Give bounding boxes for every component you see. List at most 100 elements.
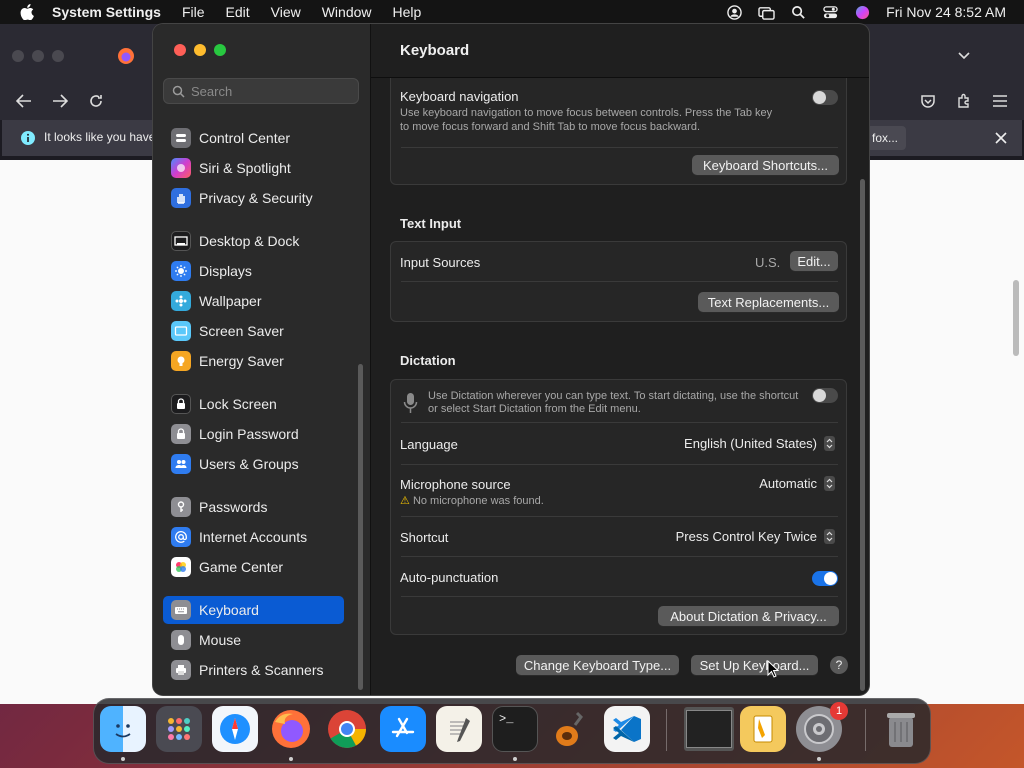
search-field[interactable]: Search (163, 78, 359, 104)
menu-app-name[interactable]: System Settings (52, 4, 161, 20)
sidebar-item-label: Users & Groups (199, 456, 299, 472)
trash-icon[interactable] (878, 706, 924, 752)
sidebar-item-displays[interactable]: Displays (163, 257, 344, 285)
sidebar-item-login-password[interactable]: Login Password (163, 420, 344, 448)
recent-window-thumbnail-1[interactable] (684, 707, 734, 751)
menu-view[interactable]: View (271, 4, 301, 20)
apple-icon[interactable] (20, 4, 34, 20)
sidebar-item-desktop-dock[interactable]: Desktop & Dock (163, 227, 344, 255)
close-button[interactable] (174, 44, 186, 56)
language-popup[interactable]: English (United States) (684, 436, 835, 451)
sidebar-scrollbar[interactable] (358, 364, 363, 690)
sidebar-item-screen-saver[interactable]: Screen Saver (163, 317, 344, 345)
finder-icon[interactable] (100, 706, 146, 752)
chevron-down-icon[interactable] (958, 50, 970, 60)
sidebar-item-privacy-security[interactable]: Privacy & Security (163, 184, 344, 212)
menu-edit[interactable]: Edit (226, 4, 250, 20)
search-icon[interactable] (790, 5, 807, 20)
sidebar-item-control-center[interactable]: Control Center (163, 124, 344, 152)
app-store-icon[interactable] (380, 706, 426, 752)
vscode-icon[interactable] (604, 706, 650, 752)
printer-icon (171, 660, 191, 680)
microphone-source-popup[interactable]: Automatic (759, 476, 835, 491)
terminal-icon[interactable]: >_ (492, 706, 538, 752)
divider (401, 556, 838, 557)
forward-icon[interactable] (52, 94, 68, 108)
sidebar-item-wallpaper[interactable]: Wallpaper (163, 287, 344, 315)
sun-icon (171, 261, 191, 281)
menu-file[interactable]: File (182, 4, 205, 20)
extensions-icon[interactable] (956, 93, 972, 109)
dictation-desc-2: or select Start Dictation from the Edit … (428, 403, 641, 415)
sidebar-item-label: Lock Screen (199, 396, 277, 412)
edit-input-sources-button[interactable]: Edit... (790, 251, 838, 271)
firefox-icon[interactable] (268, 706, 314, 752)
chrome-icon[interactable] (324, 706, 370, 752)
menu-help[interactable]: Help (393, 4, 422, 20)
sidebar-item-label: Siri & Spotlight (199, 160, 291, 176)
sidebar-item-label: Screen Saver (199, 323, 284, 339)
sidebar-item-internet-accounts[interactable]: Internet Accounts (163, 523, 344, 551)
input-sources-label: Input Sources (400, 255, 481, 270)
main-scrollbar[interactable] (860, 179, 865, 691)
pages-icon[interactable] (740, 706, 786, 752)
safari-icon[interactable] (212, 706, 258, 752)
close-icon[interactable] (995, 132, 1007, 144)
screen-mirroring-icon[interactable] (758, 5, 775, 20)
microphone-warning-text: No microphone was found. (412, 495, 544, 507)
mouse-cursor-icon (767, 660, 779, 678)
sidebar-item-siri-spotlight[interactable]: Siri & Spotlight (163, 154, 344, 182)
shortcut-value: Press Control Key Twice (675, 529, 817, 544)
minimize-button[interactable] (194, 44, 206, 56)
users-icon (171, 454, 191, 474)
set-up-keyboard-button[interactable]: Set Up Keyboard... (691, 655, 818, 675)
divider (401, 596, 838, 597)
sidebar-item-mouse[interactable]: Mouse (163, 626, 344, 654)
launchpad-icon[interactable] (156, 706, 202, 752)
divider (401, 464, 838, 465)
sidebar-item-energy-saver[interactable]: Energy Saver (163, 347, 344, 375)
help-button[interactable]: ? (830, 656, 848, 674)
about-dictation-privacy-button[interactable]: About Dictation & Privacy... (658, 606, 839, 626)
language-value: English (United States) (684, 436, 817, 451)
input-sources-value: U.S. (755, 255, 781, 270)
page-scrollbar[interactable] (1013, 280, 1019, 356)
sidebar-item-printers-scanners[interactable]: Printers & Scanners (163, 656, 344, 684)
sidebar-item-users-groups[interactable]: Users & Groups (163, 450, 344, 478)
control-center-icon[interactable] (822, 5, 839, 20)
zoom-button[interactable] (214, 44, 226, 56)
menu-icon[interactable] (992, 94, 1008, 108)
menu-window[interactable]: Window (322, 4, 372, 20)
running-indicator (817, 757, 821, 761)
sidebar-item-passwords[interactable]: Passwords (163, 493, 344, 521)
textedit-icon[interactable] (436, 706, 482, 752)
garageband-icon[interactable] (548, 706, 594, 752)
change-keyboard-type-button[interactable]: Change Keyboard Type... (516, 655, 679, 675)
screensaver-icon (171, 321, 191, 341)
shortcut-popup[interactable]: Press Control Key Twice (676, 529, 835, 544)
desktop-icon (171, 231, 191, 251)
close-dot[interactable] (12, 50, 24, 62)
keyboard-navigation-desc-2: to move focus forward and Shift Tab to m… (400, 121, 701, 133)
auto-punctuation-toggle[interactable] (812, 571, 838, 586)
user-icon[interactable] (726, 4, 743, 20)
back-icon[interactable] (16, 94, 32, 108)
notice-action-button[interactable]: fox... (866, 126, 906, 150)
zoom-dot[interactable] (52, 50, 64, 62)
pocket-icon[interactable] (920, 93, 936, 109)
sidebar-item-game-center[interactable]: Game Center (163, 553, 344, 581)
keyboard-shortcuts-button[interactable]: Keyboard Shortcuts... (692, 155, 839, 175)
dictation-toggle[interactable] (812, 388, 838, 403)
reload-icon[interactable] (88, 93, 104, 109)
siri-icon[interactable] (854, 5, 871, 20)
firefox-tab-icon[interactable] (117, 47, 135, 65)
sidebar-item-lock-screen[interactable]: Lock Screen (163, 390, 344, 418)
control-center-icon (171, 128, 191, 148)
keyboard-navigation-toggle[interactable] (812, 90, 838, 105)
text-replacements-button[interactable]: Text Replacements... (698, 292, 839, 312)
sidebar-item-keyboard[interactable]: Keyboard (163, 596, 344, 624)
hand-icon (171, 188, 191, 208)
menu-clock[interactable]: Fri Nov 24 8:52 AM (886, 4, 1006, 20)
minimize-dot[interactable] (32, 50, 44, 62)
shortcut-label: Shortcut (400, 530, 449, 545)
